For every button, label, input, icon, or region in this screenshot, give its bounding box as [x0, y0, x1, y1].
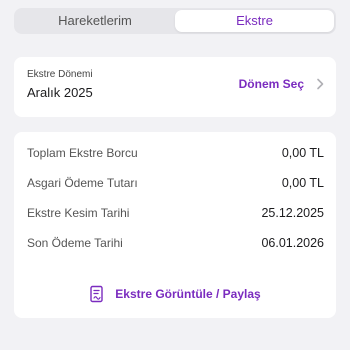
summary-row-label: Asgari Ödeme Tutarı [27, 176, 138, 190]
tab-hareketlerim[interactable]: Hareketlerim [16, 10, 174, 32]
select-period-button[interactable]: Dönem Seç [239, 75, 324, 93]
tab-ekstre[interactable]: Ekstre [175, 10, 334, 32]
view-share-statement-button[interactable]: Ekstre Görüntüle / Paylaş [14, 284, 336, 304]
segmented-tabs: Hareketlerim Ekstre [14, 8, 336, 34]
statement-summary-card: Toplam Ekstre Borcu 0,00 TL Asgari Ödeme… [14, 132, 336, 318]
statement-period-value: Aralık 2025 [27, 85, 93, 100]
summary-row-minimum-payment: Asgari Ödeme Tutarı 0,00 TL [27, 174, 324, 192]
summary-row-total-debt: Toplam Ekstre Borcu 0,00 TL [27, 144, 324, 162]
view-share-statement-label: Ekstre Görüntüle / Paylaş [115, 287, 261, 301]
summary-row-label: Toplam Ekstre Borcu [27, 146, 138, 160]
summary-row-cutoff-date: Ekstre Kesim Tarihi 25.12.2025 [27, 204, 324, 222]
summary-row-label: Son Ödeme Tarihi [27, 236, 123, 250]
summary-row-label: Ekstre Kesim Tarihi [27, 206, 130, 220]
summary-row-value: 0,00 TL [281, 176, 324, 190]
statement-period-card: Ekstre Dönemi Aralık 2025 Dönem Seç [14, 57, 336, 117]
summary-row-value: 25.12.2025 [261, 206, 324, 220]
chevron-right-icon [317, 78, 324, 90]
select-period-label: Dönem Seç [238, 77, 304, 91]
statement-period-label: Ekstre Dönemi [27, 69, 93, 80]
summary-row-value: 0,00 TL [281, 146, 324, 160]
document-share-icon [90, 285, 103, 303]
summary-row-due-date: Son Ödeme Tarihi 06.01.2026 [27, 234, 324, 252]
summary-row-value: 06.01.2026 [261, 236, 324, 250]
